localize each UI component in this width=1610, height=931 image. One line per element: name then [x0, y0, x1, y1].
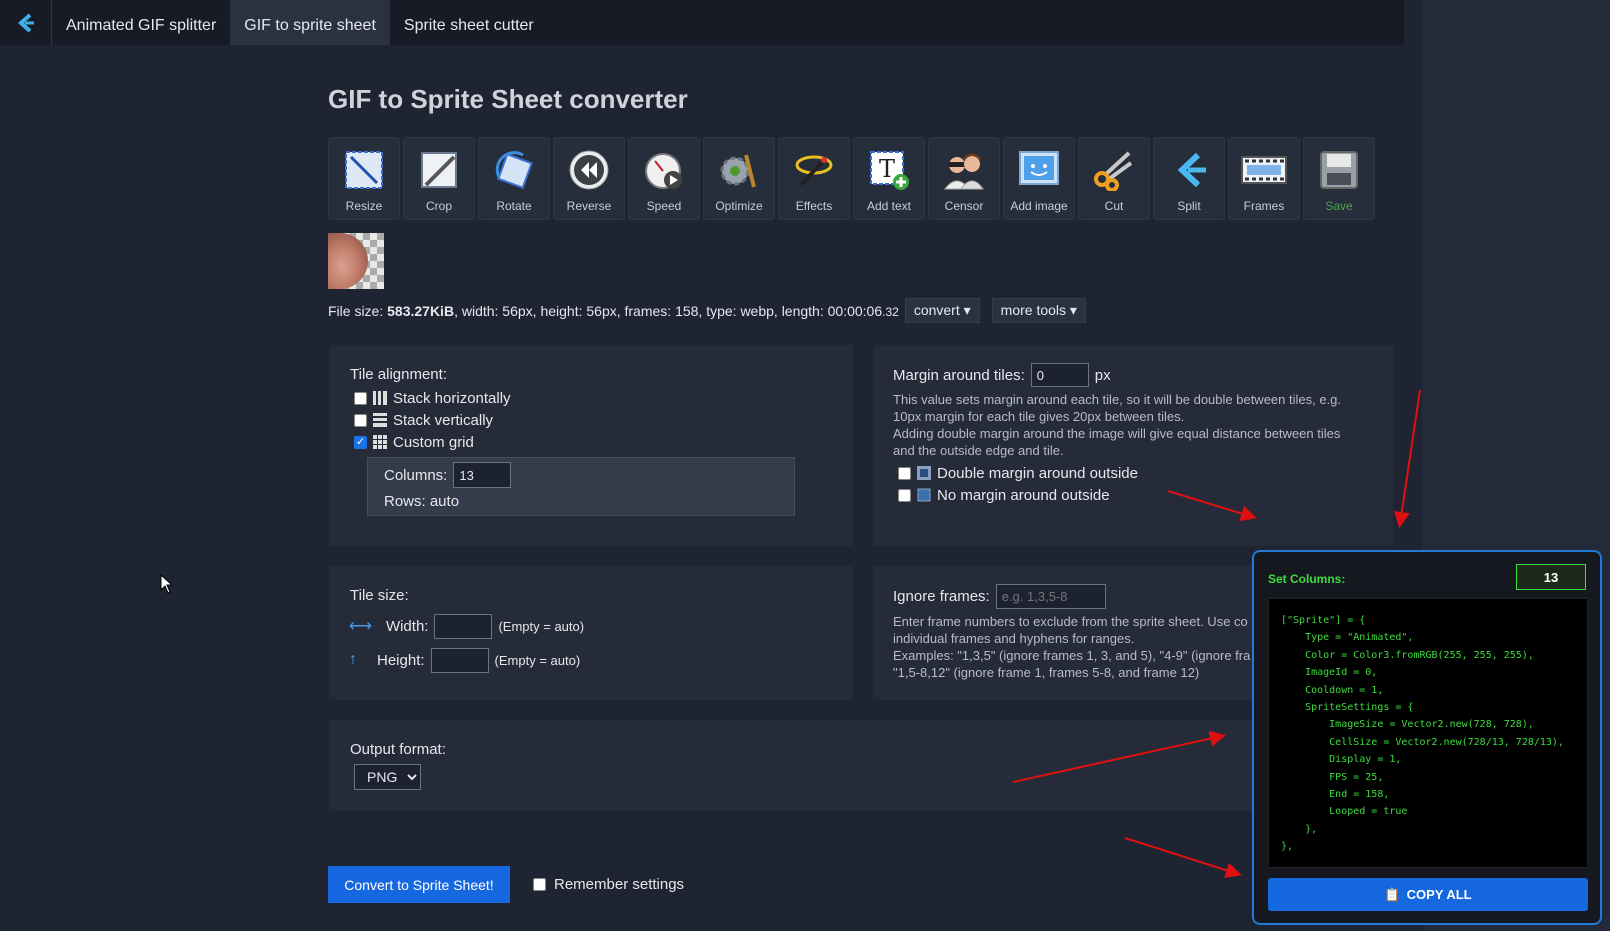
set-columns-popup: Set Columns: 13 ["Sprite"] = { Type = "A… [1252, 550, 1602, 925]
tool-effects[interactable]: Effects [778, 137, 850, 220]
file-size-value: 583.27KiB [387, 302, 455, 319]
margin-panel: Margin around tiles: px This value sets … [873, 345, 1393, 546]
clipboard-icon: 📋 [1384, 886, 1401, 902]
svg-text:T: T [879, 155, 895, 183]
tool-crop[interactable]: Crop [403, 137, 475, 220]
frames-icon [1240, 146, 1288, 194]
resize-icon [340, 146, 388, 194]
tile-height-input[interactable] [430, 647, 489, 673]
tile-alignment-panel: Tile alignment: Stack horizontally Stack… [329, 345, 853, 546]
reverse-icon [565, 146, 613, 194]
no-margin-icon [917, 488, 931, 502]
tool-rotate[interactable]: Rotate [478, 137, 550, 220]
split-icon [1165, 146, 1213, 194]
double-margin-icon [917, 466, 931, 480]
tool-optimize[interactable]: Optimize [703, 137, 775, 220]
page-title: GIF to Sprite Sheet converter [328, 84, 688, 114]
stack-vertically-checkbox[interactable] [354, 413, 367, 427]
popup-title: Set Columns: [1268, 572, 1346, 586]
horizontal-arrows-icon: ⟷ [349, 618, 372, 635]
ignore-frames-input[interactable] [995, 583, 1106, 609]
speed-icon [640, 146, 688, 194]
vertical-arrow-icon: ↑ [349, 651, 357, 668]
tool-add-text[interactable]: T Add text [853, 137, 925, 220]
gif-preview-thumbnail [328, 233, 384, 289]
top-nav: Animated GIF splitter GIF to sprite shee… [0, 0, 1404, 45]
more-tools-dropdown[interactable]: more tools ▾ [991, 298, 1086, 323]
custom-grid-settings: Columns: Rows: auto [367, 457, 795, 516]
add-image-icon [1015, 146, 1063, 194]
crop-icon [415, 146, 463, 194]
popup-columns-value[interactable]: 13 [1516, 564, 1586, 590]
tool-cut[interactable]: Cut [1078, 137, 1150, 220]
tab-gif-splitter[interactable]: Animated GIF splitter [52, 0, 230, 45]
tool-censor[interactable]: Censor [928, 137, 1000, 220]
tool-split[interactable]: Split [1153, 137, 1225, 220]
tool-bar: Resize Crop Rotate Reverse Speed Optimiz… [328, 137, 1375, 220]
tool-speed[interactable]: Speed [628, 137, 700, 220]
convert-dropdown[interactable]: convert ▾ [904, 298, 980, 323]
ignore-frames-panel: Ignore frames: Enter frame numbers to ex… [873, 566, 1253, 700]
rotate-icon [490, 146, 538, 194]
censor-icon [940, 146, 988, 194]
tab-gif-to-sprite[interactable]: GIF to sprite sheet [230, 0, 390, 45]
output-format-select[interactable]: PNG [354, 764, 421, 790]
remember-settings-checkbox[interactable] [533, 878, 546, 891]
mouse-cursor-icon [160, 574, 174, 594]
add-text-icon: T [865, 146, 913, 194]
stack-horizontal-icon [373, 391, 387, 405]
logo-icon[interactable] [0, 0, 52, 45]
scissors-icon [1090, 146, 1138, 194]
save-icon [1315, 146, 1363, 194]
optimize-icon [715, 146, 763, 194]
tile-width-input[interactable] [434, 613, 493, 639]
effects-icon [790, 146, 838, 194]
custom-grid-checkbox[interactable] [354, 435, 367, 449]
stack-horizontally-checkbox[interactable] [354, 391, 367, 405]
tool-save[interactable]: Save [1303, 137, 1375, 220]
tool-frames[interactable]: Frames [1228, 137, 1300, 220]
columns-input[interactable] [453, 462, 512, 488]
margin-input[interactable] [1030, 363, 1089, 387]
grid-icon [373, 435, 387, 449]
tool-add-image[interactable]: Add image [1003, 137, 1075, 220]
tool-resize[interactable]: Resize [328, 137, 400, 220]
no-margin-checkbox[interactable] [898, 488, 911, 502]
tile-size-panel: Tile size: ⟷ Width: (Empty = auto) ↑ Hei… [329, 566, 853, 700]
stack-vertical-icon [373, 413, 387, 427]
file-info-line: File size: 583.27KiB, width: 56px, heigh… [328, 298, 1086, 323]
convert-to-sprite-sheet-button[interactable]: Convert to Sprite Sheet! [328, 866, 510, 903]
tab-sprite-cutter[interactable]: Sprite sheet cutter [390, 0, 548, 45]
tool-reverse[interactable]: Reverse [553, 137, 625, 220]
copy-all-button[interactable]: 📋 COPY ALL [1268, 878, 1588, 911]
code-output: ["Sprite"] = { Type = "Animated", Color … [1268, 598, 1588, 868]
output-format-panel: Output format: PNG [329, 720, 1252, 811]
double-margin-checkbox[interactable] [898, 466, 911, 480]
remember-settings: Remember settings [533, 876, 684, 893]
